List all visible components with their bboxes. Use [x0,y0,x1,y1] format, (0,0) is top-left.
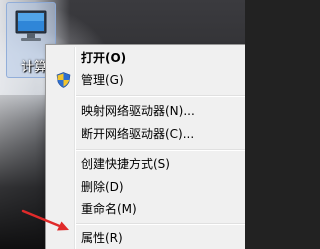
menu-item-label: 映射网络驱动器(N)... [81,104,195,118]
desktop: 计算 打开(O) 管理(G) 映射网络驱动器(N)... 断开网络驱动器(C).… [0,0,245,249]
menu-item-label: 重命名(M) [81,202,137,216]
computer-icon [15,10,47,41]
menu-item-label: 属性(R) [81,231,123,245]
menu-item-label: 打开(O) [81,51,127,65]
menu-item-open[interactable]: 打开(O) [48,48,245,68]
menu-item-map-network-drive[interactable]: 映射网络驱动器(N)... [48,101,245,121]
menu-item-label: 创建快捷方式(S) [81,157,170,171]
menu-item-label: 断开网络驱动器(C)... [81,127,195,141]
menu-separator [76,149,245,151]
red-arrow-annotation [21,209,69,231]
context-menu: 打开(O) 管理(G) 映射网络驱动器(N)... 断开网络驱动器(C)... … [45,44,245,249]
computer-icon-label: 计算 [21,60,48,75]
menu-item-label: 管理(G) [81,73,124,87]
menu-item-manage[interactable]: 管理(G) [48,70,245,90]
menu-item-label: 删除(D) [81,180,124,194]
menu-item-properties[interactable]: 属性(R) [48,228,245,248]
menu-item-delete[interactable]: 删除(D) [48,177,245,197]
uac-shield-icon [56,72,71,88]
menu-item-create-shortcut[interactable]: 创建快捷方式(S) [48,154,245,174]
menu-item-rename[interactable]: 重命名(M) [48,199,245,219]
menu-separator [76,95,245,97]
menu-separator [76,223,245,225]
menu-item-disconnect-network-drive[interactable]: 断开网络驱动器(C)... [48,124,245,144]
